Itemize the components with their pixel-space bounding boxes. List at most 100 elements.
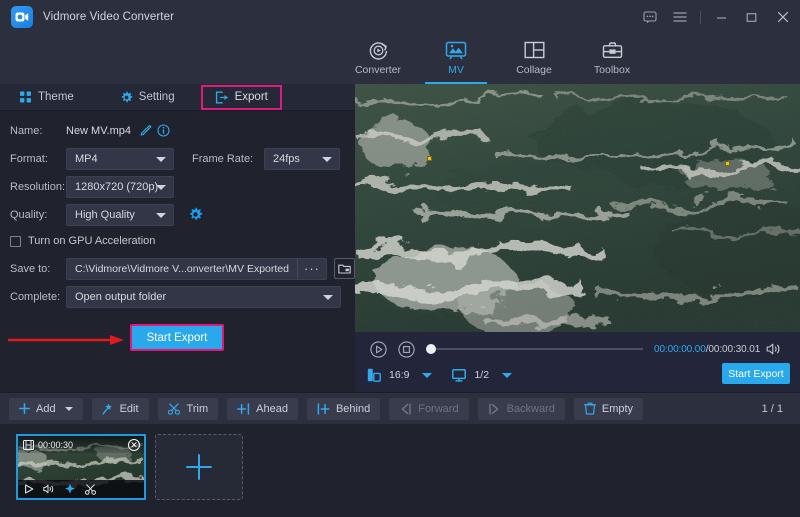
- toolbar-button-behind[interactable]: Behind: [307, 398, 380, 420]
- video-preview-panel: 00:00:00.00/00:00:30.01: [355, 84, 800, 392]
- playback-slider-handle[interactable]: [426, 344, 436, 354]
- insert-ahead-icon: [237, 403, 250, 415]
- format-row: Format: MP4 Frame Rate: 24fps: [0, 147, 355, 170]
- toolbar-button-edit-label: Edit: [120, 403, 139, 415]
- nav-tab-collage[interactable]: Collage: [495, 34, 573, 84]
- complete-select[interactable]: Open output folder: [66, 286, 341, 308]
- screen-split-chevron-down-icon[interactable]: [502, 373, 512, 378]
- gpu-acceleration-row[interactable]: Turn on GPU Acceleration: [0, 231, 355, 251]
- clip-action-bar: [18, 480, 144, 498]
- close-icon[interactable]: [766, 0, 800, 34]
- title-bar: Vidmore Video Converter: [0, 0, 800, 34]
- clip-thumbnail[interactable]: 00:00:30 ✕: [16, 434, 146, 500]
- nav-tab-toolbox[interactable]: Toolbox: [573, 34, 651, 84]
- clip-thumbnail-header: 00:00:30 ✕: [18, 436, 144, 453]
- pencil-edit-icon[interactable]: [139, 124, 152, 137]
- open-folder-icon[interactable]: [334, 258, 355, 279]
- nav-tab-mv[interactable]: MV: [417, 34, 495, 84]
- annotation-arrow-icon: [6, 334, 126, 346]
- name-label: Name:: [10, 125, 66, 137]
- clip-toolbar: Add Edit Trim: [0, 392, 800, 424]
- volume-icon[interactable]: [43, 484, 55, 494]
- aspect-ratio-icon[interactable]: [367, 368, 381, 382]
- toolbar-button-forward-label: Forward: [418, 403, 458, 415]
- toolbar-button-ahead-label: Ahead: [256, 403, 288, 415]
- clip-close-circle-icon[interactable]: ✕: [128, 439, 140, 451]
- aspect-ratio-value: 16:9: [389, 369, 409, 381]
- scissors-icon[interactable]: [85, 484, 97, 495]
- playback-progress-slider[interactable]: [429, 348, 643, 350]
- stop-square-icon[interactable]: [395, 338, 417, 360]
- toolbar-button-add[interactable]: Add: [9, 398, 83, 420]
- film-strip-icon: [23, 440, 34, 450]
- resolution-select[interactable]: 1280x720 (720p): [66, 176, 174, 198]
- video-canvas[interactable]: [355, 84, 800, 332]
- gpu-acceleration-checkbox[interactable]: [10, 236, 21, 247]
- aspect-ratio-chevron-down-icon[interactable]: [422, 373, 432, 378]
- toolbar-button-edit[interactable]: Edit: [92, 398, 149, 420]
- screen-icon[interactable]: [452, 369, 466, 382]
- clip-strip: 00:00:30 ✕: [0, 424, 800, 517]
- chevron-down-icon[interactable]: [65, 407, 73, 411]
- sub-tab-setting[interactable]: Setting: [110, 86, 185, 109]
- hamburger-menu-icon[interactable]: [665, 0, 695, 34]
- sub-tab-theme[interactable]: Theme: [10, 86, 84, 109]
- info-circle-icon[interactable]: [157, 124, 170, 137]
- sub-tab-bar: Theme Setting: [0, 84, 355, 111]
- collage-grid-icon: [524, 37, 545, 63]
- play-circle-icon[interactable]: [367, 338, 389, 360]
- toolbar-button-backward[interactable]: Backward: [478, 398, 565, 420]
- browse-button[interactable]: ···: [297, 259, 326, 279]
- app-logo-icon: [11, 6, 33, 28]
- quality-select[interactable]: High Quality: [66, 204, 174, 226]
- name-row: Name: New MV.mp4: [0, 119, 355, 142]
- screen-split-value: 1/2: [474, 369, 489, 381]
- app-window: Vidmore Video Converter: [0, 0, 800, 517]
- start-export-button-label: Start Export: [147, 332, 208, 344]
- toolbar-button-forward[interactable]: Forward: [389, 398, 468, 420]
- page-count: 1 / 1: [762, 403, 783, 415]
- sub-tab-export[interactable]: Export: [201, 85, 282, 110]
- edit-wand-icon: [102, 403, 114, 415]
- format-select[interactable]: MP4: [66, 148, 174, 170]
- converter-icon: [368, 37, 389, 63]
- start-export-button[interactable]: Start Export: [130, 324, 224, 351]
- toolbar-button-ahead[interactable]: Ahead: [227, 398, 298, 420]
- play-icon[interactable]: [24, 484, 34, 494]
- maximize-icon[interactable]: [736, 0, 766, 34]
- preview-start-export-button[interactable]: Start Export: [722, 363, 790, 384]
- quality-settings-gear-icon[interactable]: [188, 207, 203, 222]
- save-to-path-value: C:\Vidmore\Vidmore V...onverter\MV Expor…: [67, 263, 297, 275]
- export-panel: Theme Setting: [0, 84, 355, 392]
- feedback-bubble-icon[interactable]: [635, 0, 665, 34]
- nav-tab-mv-label: MV: [448, 64, 464, 76]
- complete-value: Open output folder: [75, 291, 166, 303]
- frame-rate-select[interactable]: 24fps: [264, 148, 340, 170]
- complete-row: Complete: Open output folder: [0, 285, 355, 308]
- window-controls: [635, 0, 800, 34]
- tracking-dot-left: [427, 156, 432, 161]
- gpu-acceleration-label: Turn on GPU Acceleration: [28, 235, 155, 247]
- toolbar-button-empty[interactable]: Empty: [574, 398, 643, 420]
- toolbar-button-trim-label: Trim: [187, 403, 209, 415]
- save-to-label: Save to:: [10, 263, 66, 275]
- save-to-path-field[interactable]: C:\Vidmore\Vidmore V...onverter\MV Expor…: [66, 258, 327, 280]
- move-forward-icon: [399, 403, 412, 415]
- volume-icon[interactable]: [766, 342, 782, 356]
- start-export-area: Start Export: [0, 324, 355, 358]
- add-clip-slot[interactable]: [155, 434, 243, 500]
- tracking-dot-right: [725, 161, 730, 166]
- toolbar-button-trim[interactable]: Trim: [158, 398, 219, 420]
- app-title: Vidmore Video Converter: [43, 11, 174, 23]
- video-controls: 00:00:00.00/00:00:30.01: [355, 332, 800, 392]
- sub-tab-export-label: Export: [235, 91, 268, 103]
- frame-rate-value: 24fps: [273, 153, 300, 165]
- minimize-icon[interactable]: [706, 0, 736, 34]
- effects-star-icon[interactable]: [64, 483, 76, 495]
- chevron-down-icon: [156, 213, 166, 218]
- toolbar-button-add-label: Add: [36, 403, 56, 415]
- chevron-down-icon: [322, 157, 332, 162]
- mv-picture-icon: [445, 37, 467, 63]
- export-settings-form: Name: New MV.mp4 Format:: [0, 111, 355, 358]
- nav-tab-converter[interactable]: Converter: [339, 34, 417, 84]
